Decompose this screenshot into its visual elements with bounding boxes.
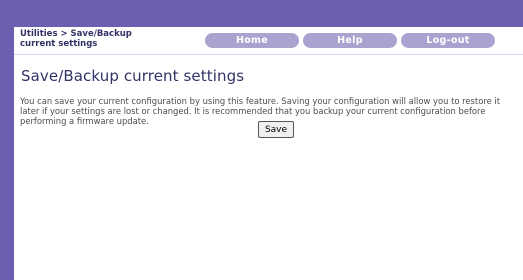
home-button[interactable]: Home bbox=[205, 33, 299, 48]
logout-button[interactable]: Log-out bbox=[401, 33, 495, 48]
content-panel: Save/Backup current settings You can sav… bbox=[14, 54, 523, 280]
save-button[interactable]: Save bbox=[258, 121, 294, 138]
help-button[interactable]: Help bbox=[303, 33, 397, 48]
page-title: Save/Backup current settings bbox=[21, 67, 245, 85]
breadcrumb: Utilities > Save/Backup current settings bbox=[20, 29, 132, 49]
top-band bbox=[0, 0, 523, 27]
header-bar: Utilities > Save/Backup current settings… bbox=[14, 27, 523, 54]
